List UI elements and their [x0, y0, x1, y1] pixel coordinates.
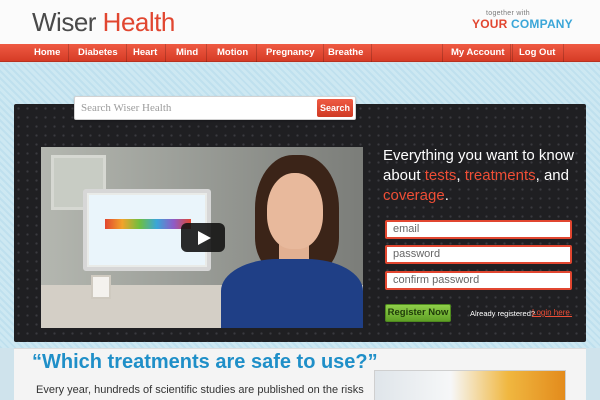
nav-pregnancy[interactable]: Pregnancy [258, 44, 324, 62]
nav-motion[interactable]: Motion [209, 44, 258, 62]
hero-tagline: Everything you want to know about tests,… [383, 146, 579, 206]
site-header: Wiser Health together with YOUR COMPANY [0, 0, 600, 44]
already-registered-text: Already registered? [470, 309, 536, 318]
tagline-period: . [444, 187, 449, 204]
tagline-about: about [383, 167, 425, 184]
nav-heart[interactable]: Heart [125, 44, 167, 62]
logo-wiser: Wiser [32, 7, 96, 37]
search-bar: Search [74, 96, 356, 120]
partner-company: COMPANY [511, 17, 573, 31]
main-nav: Home Diabetes Heart Mind Motion Pregnanc… [0, 44, 600, 62]
nav-breathe[interactable]: Breathe [320, 44, 373, 62]
register-button[interactable]: Register Now [385, 304, 451, 322]
tagline-and: , and [535, 167, 569, 184]
article-thumbnail[interactable] [374, 370, 566, 400]
presenter-face [267, 173, 323, 249]
nav-home[interactable]: Home [26, 44, 70, 62]
search-input[interactable] [81, 100, 313, 116]
nav-my-account[interactable]: My Account [442, 44, 514, 62]
play-button-icon[interactable] [181, 223, 225, 252]
email-field[interactable]: email [385, 220, 572, 239]
tagline-comma: , [456, 167, 465, 184]
tagline-tests: tests [424, 167, 457, 184]
tagline-treatments: treatments [464, 167, 536, 184]
partner-tagline: together with [486, 10, 530, 17]
partner-logo: together with YOUR COMPANY [472, 10, 573, 31]
confirm-password-field[interactable]: confirm password [385, 271, 572, 290]
nav-log-out[interactable]: Log Out [510, 44, 565, 62]
partner-name: YOUR COMPANY [472, 17, 573, 31]
wiser-health-logo[interactable]: Wiser Health [32, 7, 175, 38]
section-heading: “Which treatments are safe to use?” [32, 351, 378, 373]
tagline-coverage: coverage [383, 187, 445, 204]
video-monitor-graphic [105, 219, 191, 229]
logo-health: Health [102, 7, 176, 37]
login-link[interactable]: Login here. [532, 308, 572, 317]
nav-diabetes[interactable]: Diabetes [70, 44, 127, 62]
section-paragraph: Every year, hundreds of scientific studi… [36, 384, 364, 396]
tagline-line1: Everything you want to know [383, 147, 574, 164]
presenter-body [221, 259, 363, 328]
video-photo-frame [91, 275, 111, 299]
partner-your: YOUR [472, 17, 508, 31]
password-field[interactable]: password [385, 245, 572, 264]
nav-mind[interactable]: Mind [168, 44, 208, 62]
search-button[interactable]: Search [317, 99, 353, 117]
